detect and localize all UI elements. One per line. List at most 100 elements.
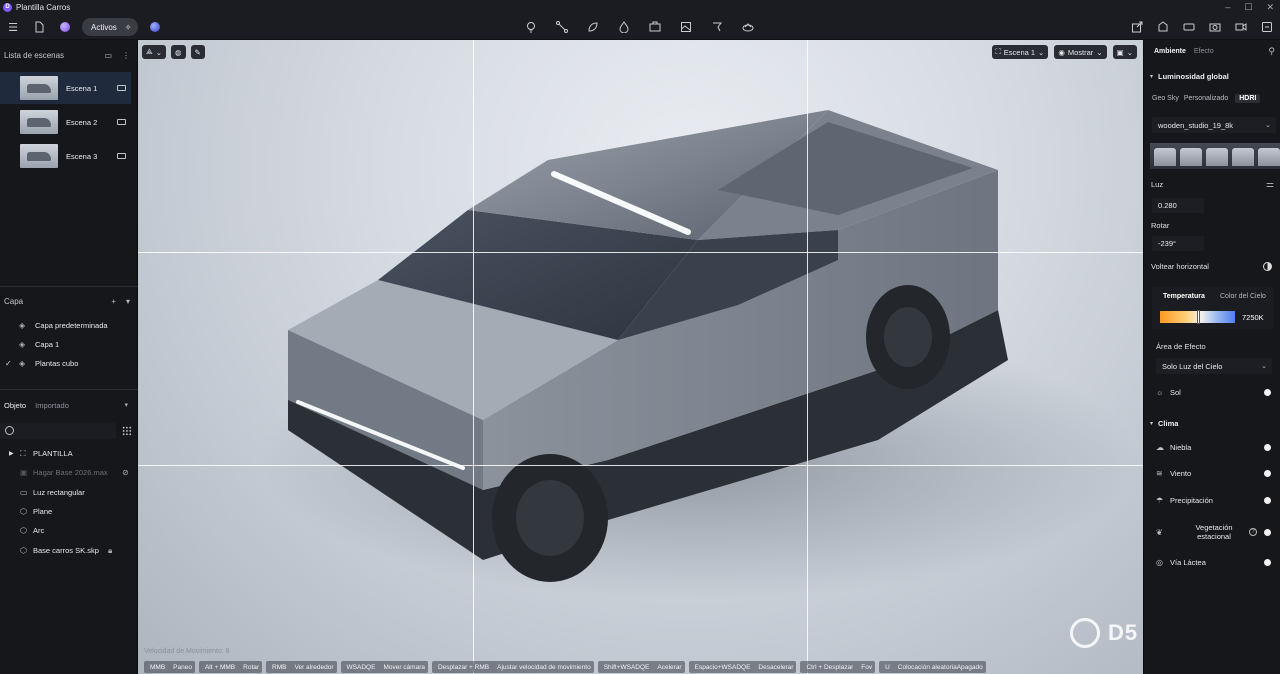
scene-item-1[interactable]: Escena 1	[0, 72, 131, 104]
close-button[interactable]: ✕	[1266, 2, 1274, 13]
global-lighting-section[interactable]: ▾ Luminosidad global	[1144, 68, 1280, 84]
render-video-icon[interactable]	[1232, 18, 1250, 36]
water-drop-icon[interactable]	[615, 18, 633, 36]
section-title: Luminosidad global	[1158, 71, 1229, 81]
help-icon[interactable]: ?	[1249, 528, 1257, 536]
tab-object[interactable]: Objeto	[4, 401, 26, 410]
transform-mode-button[interactable]: ⟁ ⌄	[142, 45, 166, 59]
main-toolbar: ☰ Activos ✧	[0, 14, 1280, 40]
object-item[interactable]: ⬡ Arc	[0, 521, 138, 540]
grid-view-icon[interactable]	[122, 426, 132, 436]
brush-tool-icon[interactable]	[708, 18, 726, 36]
camera-icon[interactable]	[117, 153, 126, 159]
camera-icon[interactable]	[117, 119, 126, 125]
object-search-input[interactable]	[0, 423, 116, 439]
chevron-down-icon: ⌄	[1126, 47, 1133, 57]
milky-way-toggle[interactable]	[1264, 558, 1271, 566]
add-layer-icon[interactable]: +	[111, 297, 116, 306]
scene-select[interactable]: ⛶ Escena 1 ⌄	[991, 45, 1049, 59]
precipitation-toggle[interactable]	[1264, 496, 1271, 504]
camera-icon[interactable]	[117, 85, 126, 91]
flip-horizontal-label: Voltear horizontal	[1151, 262, 1209, 271]
minimize-button[interactable]: –	[1225, 2, 1230, 12]
lock-icon[interactable]: 🔒︎	[108, 546, 112, 556]
object-item[interactable]: ▣ Hagar Base 2026.max ⊘	[0, 463, 138, 482]
hdri-select[interactable]: wooden_studio_19_8k ⌄	[1152, 117, 1276, 133]
tab-imported[interactable]: Importado	[35, 401, 69, 410]
precipitation-toggle-row[interactable]: ☂ Precipitación	[1144, 491, 1280, 509]
maximize-button[interactable]: ☐	[1244, 2, 1252, 13]
picker-button[interactable]: ✎	[190, 45, 205, 59]
scene-thumbnail	[20, 144, 58, 168]
object-item[interactable]: ▶ ⛶ PLANTILLA	[0, 444, 138, 463]
terrain-tool-icon[interactable]	[739, 18, 757, 36]
scene-label: Escena 2	[66, 117, 98, 127]
show-menu-button[interactable]: ◉ Mostrar ⌄	[1054, 45, 1107, 59]
rotate-input[interactable]: -239°	[1152, 236, 1204, 251]
sky-mode-selector: Geo Sky Personalizado HDRI	[1152, 91, 1274, 105]
hidden-icon[interactable]: ⊘	[122, 468, 129, 477]
render-image-icon[interactable]	[1206, 18, 1224, 36]
leaf-tool-icon[interactable]	[584, 18, 602, 36]
wind-label: Viento	[1170, 468, 1192, 478]
scene-item-2[interactable]: Escena 2	[0, 106, 131, 138]
tab-effect[interactable]: Efecto	[1194, 48, 1214, 55]
tab-sky-color[interactable]: Color del Cielo	[1220, 293, 1266, 300]
sky-mode-custom[interactable]: Personalizado	[1184, 95, 1228, 102]
light-bulb-icon[interactable]	[522, 18, 540, 36]
temperature-slider[interactable]	[1160, 310, 1235, 324]
climate-section[interactable]: ▾ Clima	[1144, 415, 1280, 431]
hdri-preview[interactable]	[1150, 143, 1280, 169]
tab-environment[interactable]: Ambiente	[1154, 48, 1186, 55]
render-panorama-icon[interactable]	[1258, 18, 1276, 36]
sun-toggle[interactable]	[1264, 388, 1271, 396]
app-logo-icon: D	[3, 2, 12, 12]
flip-toggle-icon[interactable]	[1263, 262, 1272, 271]
vr-icon[interactable]	[1180, 18, 1198, 36]
object-item[interactable]: ▭ Luz rectangular	[0, 483, 138, 502]
layer-stack-icon: ◈	[19, 340, 26, 349]
effect-area-select[interactable]: Solo Luz del Cielo ⌄	[1156, 358, 1272, 374]
sky-mode-hdri[interactable]: HDRI	[1235, 93, 1261, 103]
layer-item[interactable]: ✓ ◈ Plantas cubo	[0, 354, 138, 373]
object-item[interactable]: ⬡ Plane	[0, 502, 138, 521]
sky-mode-geosky[interactable]: Geo Sky	[1152, 95, 1179, 102]
layer-header: Capa + ▾	[0, 292, 138, 310]
expand-arrow-icon[interactable]: ▶	[9, 450, 14, 457]
scene-label: Escena 3	[66, 151, 98, 161]
scene-item-3[interactable]: Escena 3	[0, 140, 131, 172]
seasonal-vegetation-toggle[interactable]	[1264, 528, 1271, 536]
tab-temperature[interactable]: Temperatura	[1163, 293, 1205, 300]
layer-item[interactable]: ◈ Capa 1	[0, 335, 138, 354]
assets-button[interactable]: Activos ✧	[82, 18, 138, 36]
object-item[interactable]: ⬡ Base carros SK.skp 🔒︎	[0, 541, 138, 560]
world-space-button[interactable]: ◍	[171, 45, 186, 59]
slider-handle[interactable]	[1197, 310, 1200, 324]
asset-library-icon[interactable]	[1154, 18, 1172, 36]
sphere-icon[interactable]	[146, 18, 164, 36]
more-options-icon[interactable]: ⋮	[122, 51, 130, 60]
wind-toggle-row[interactable]: ≋ Viento	[1144, 464, 1280, 482]
menu-icon[interactable]: ☰	[4, 18, 22, 36]
fog-toggle[interactable]	[1264, 443, 1271, 451]
collapse-icon[interactable]: ▾	[126, 297, 130, 306]
wind-toggle[interactable]	[1264, 469, 1271, 477]
3d-viewport[interactable]: ⟁ ⌄ ◍ ✎ ⛶ Escena 1 ⌄ ◉ Mostrar ⌄ ▣ ⌄ Velo…	[138, 40, 1143, 674]
image-tool-icon[interactable]	[677, 18, 695, 36]
collapse-icon[interactable]: ▾	[124, 401, 128, 409]
ai-assistant-icon[interactable]	[56, 18, 74, 36]
milky-way-toggle-row[interactable]: ◎ Vía Láctea	[1144, 553, 1280, 571]
path-tool-icon[interactable]	[553, 18, 571, 36]
sun-toggle-row[interactable]: ☼ Sol	[1144, 383, 1280, 401]
seasonal-vegetation-toggle-row[interactable]: ❦ Vegetación estacional ?	[1144, 518, 1280, 546]
light-intensity-input[interactable]: 0.280	[1152, 198, 1204, 213]
fog-toggle-row[interactable]: ☁ Niebla	[1144, 438, 1280, 456]
add-scene-icon[interactable]: ▭	[104, 51, 112, 60]
layer-item[interactable]: ◈ Capa predeterminada	[0, 316, 138, 335]
export-icon[interactable]	[1128, 18, 1146, 36]
sliders-icon[interactable]: ⚌	[1266, 179, 1274, 190]
pin-icon[interactable]: ⚲	[1268, 46, 1275, 57]
new-file-icon[interactable]	[30, 18, 48, 36]
view-options-button[interactable]: ▣ ⌄	[1112, 45, 1137, 59]
camera-tool-icon[interactable]	[646, 18, 664, 36]
